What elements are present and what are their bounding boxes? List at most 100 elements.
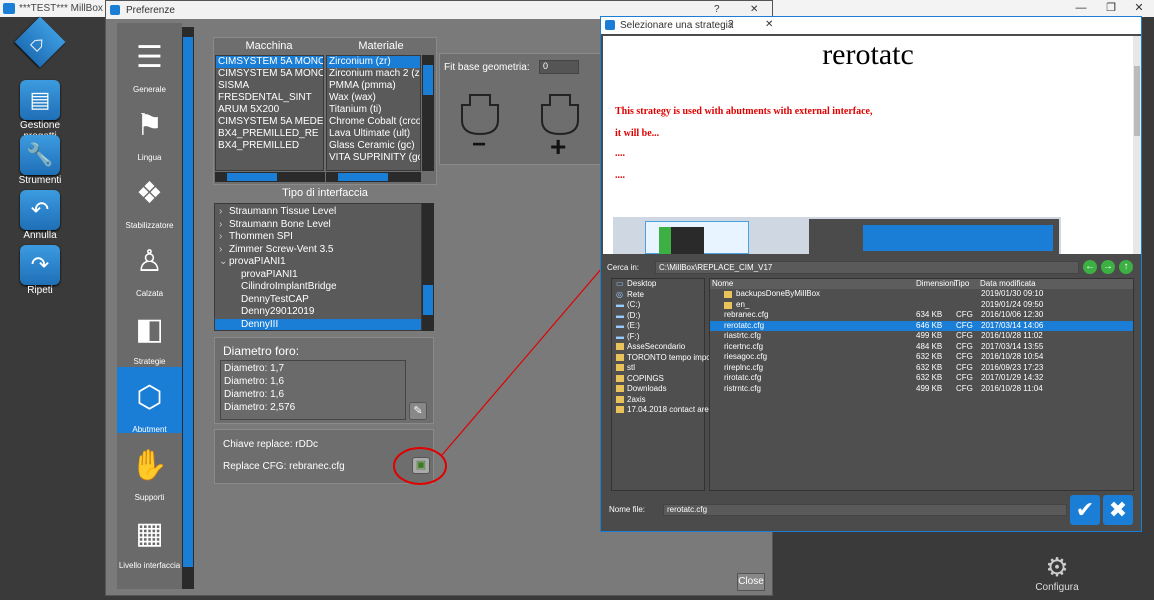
list-item[interactable]: BX4_PREMILLED_RE (216, 128, 323, 140)
tool-stabilizzatore[interactable]: ❖ Stabilizzatore (117, 163, 182, 230)
col-size[interactable]: Dimensioni (916, 279, 956, 290)
list-item[interactable]: Titanium (ti) (327, 104, 420, 116)
file-list[interactable]: Nome Dimensioni Tipo Data modificata bac… (709, 278, 1134, 491)
list-item[interactable]: CIMSYSTEM 5A MONOSTRA (216, 68, 323, 80)
col-date[interactable]: Data modificata (980, 279, 1036, 290)
back-button[interactable]: ← (1083, 260, 1097, 274)
tree-item[interactable]: TORONTO tempo import (612, 353, 716, 364)
file-row[interactable]: rebranec.cfg 634 KB CFG 2016/10/06 12:30 (710, 310, 1133, 321)
diameter-item[interactable]: Diametro: 1,7 (224, 362, 405, 375)
file-row[interactable]: rerotatc.cfg 646 KB CFG 2017/03/14 14:06 (710, 320, 1133, 331)
diameter-item[interactable]: Diametro: 2,576 (224, 401, 405, 414)
expand-arrow-icon[interactable]: › (219, 206, 229, 219)
interface-tree-item[interactable]: › Straumann Bone Level (215, 219, 421, 232)
diameter-list[interactable]: Diametro: 1,7 Diametro: 1,6 Diametro: 1,6 D… (220, 360, 406, 420)
confirm-button[interactable]: ✔ (1070, 495, 1100, 525)
list-item[interactable]: CIMSYSTEM 5A MONOSTRA (216, 56, 323, 68)
fit-value-input[interactable]: 0 (539, 60, 579, 74)
file-name: ricertnc.cfg (724, 341, 764, 351)
sidebar-scrollbar[interactable] (182, 27, 194, 589)
file-row[interactable]: rirotatc.cfg 632 KB CFG 2017/01/29 14:32 (710, 373, 1133, 384)
expand-arrow-icon[interactable]: › (219, 244, 229, 257)
desktop-tool-tools[interactable]: 🔧 Strumenti (14, 135, 66, 186)
sidebar-scroll-thumb[interactable] (183, 37, 193, 567)
diameter-item[interactable]: Diametro: 1,6 (224, 388, 405, 401)
machine-list[interactable]: CIMSYSTEM 5A MONOSTRACIMSYSTEM 5A MONOST… (215, 55, 324, 171)
forward-button[interactable]: → (1101, 260, 1115, 274)
interface-tree-item[interactable]: › Thommen SPI (215, 231, 421, 244)
tree-item[interactable]: 17.04.2018 contact area (612, 405, 713, 416)
tree-item[interactable]: stl (612, 363, 704, 374)
tool-livello-interfaccia[interactable]: ▦ Livello interfaccia (117, 503, 182, 570)
material-scrollbar[interactable] (422, 55, 434, 171)
desktop-tool-home[interactable]: ⌂ (14, 16, 66, 68)
list-item[interactable]: PMMA (pmma) (327, 80, 420, 92)
list-item[interactable]: ARUM 5X200 (216, 104, 323, 116)
close-button[interactable]: Close (737, 573, 765, 591)
interface-tree-item[interactable]: › Straumann Tissue Level (215, 206, 421, 219)
maximize-button[interactable]: ❐ (1096, 0, 1126, 17)
tree-item[interactable]: 2axis (612, 395, 704, 406)
expand-arrow-icon[interactable]: ⌄ (219, 256, 229, 269)
minimize-button[interactable]: — (1066, 0, 1096, 17)
list-item[interactable]: SISMA (216, 80, 323, 92)
machine-hscrollbar[interactable] (215, 172, 325, 182)
file-row[interactable]: rireplnc.cfg 632 KB CFG 2016/09/23 17:23 (710, 363, 1133, 374)
list-item[interactable]: FRESDENTAL_SINT (216, 92, 323, 104)
cancel-button[interactable]: ✖ (1103, 495, 1133, 525)
list-item[interactable]: Zirconium (zr) (327, 56, 420, 68)
tree-item[interactable]: ◎ Rete (612, 290, 704, 301)
file-size: 634 KB (916, 310, 943, 319)
tree-item[interactable]: COPINGS (612, 374, 704, 385)
tree-item[interactable]: Downloads (612, 384, 704, 395)
up-folder-button[interactable]: ↑ (1119, 260, 1133, 274)
tree-item[interactable]: ▬ (C:) (612, 300, 704, 311)
tool-calzata[interactable]: ♙ Calzata (117, 231, 182, 298)
expand-arrow-icon[interactable]: › (219, 219, 229, 232)
list-item[interactable]: CIMSYSTEM 5A MEDENTIKA (216, 116, 323, 128)
file-row[interactable]: ristrntc.cfg 499 KB CFG 2016/10/28 11:04 (710, 384, 1133, 395)
col-name[interactable]: Nome (712, 279, 733, 290)
help-button[interactable]: ? (728, 19, 734, 30)
expand-arrow-icon[interactable]: › (219, 231, 229, 244)
desktop-tool-project-manager[interactable]: ▤Gestione progetti (14, 80, 66, 142)
strategy-title: Selezionare una strategia (620, 20, 734, 31)
tree-item[interactable]: AsseSecondario (612, 342, 704, 353)
folder-tree[interactable]: ▭ Desktop ◎ Rete ▬ (C:) ▬ (D:) ▬ (E:) ▬ (F:) AsseSec… (611, 278, 716, 491)
list-item[interactable]: BX4_PREMILLED (216, 140, 323, 152)
file-row[interactable]: riastrtc.cfg 499 KB CFG 2016/10/28 11:02 (710, 331, 1133, 342)
description-scrollbar[interactable] (1133, 36, 1141, 254)
close-dialog-button[interactable]: ✕ (765, 19, 773, 30)
tool-abutment[interactable]: ⬡ Abutment (117, 367, 182, 434)
desktop-tool-redo[interactable]: ↷ Ripeti (14, 245, 66, 296)
col-type[interactable]: Tipo (954, 279, 969, 290)
help-button[interactable]: ? (714, 4, 720, 15)
list-item[interactable]: Zirconium mach 2 (zr) (327, 68, 420, 80)
filename-input[interactable]: rerotatc.cfg (663, 504, 1067, 516)
list-item[interactable]: Wax (wax) (327, 92, 420, 104)
file-row[interactable]: en_ 2019/01/24 09:50 (710, 300, 1133, 311)
tool-supporti[interactable]: ✋ Supporti (117, 435, 182, 502)
desktop-tool-undo[interactable]: ↶ Annulla (14, 190, 66, 241)
file-row[interactable]: ricertnc.cfg 484 KB CFG 2017/03/14 13:55 (710, 342, 1133, 353)
close-window-button[interactable]: ✕ (1124, 0, 1154, 17)
tool-lingua[interactable]: ⚑ Lingua (117, 95, 182, 162)
configura-button[interactable]: ⚙ Configura (1034, 552, 1080, 593)
list-item[interactable]: VITA SUPRINITY (gc) (327, 152, 420, 164)
list-item[interactable]: Chrome Cobalt (crco) (327, 116, 420, 128)
tree-item[interactable]: ▬ (E:) (612, 321, 704, 332)
tree-item[interactable]: ▬ (D:) (612, 311, 704, 322)
file-row[interactable]: riesagoc.cfg 632 KB CFG 2016/10/28 10:54 (710, 352, 1133, 363)
material-hscrollbar[interactable] (326, 172, 421, 182)
list-item[interactable]: Glass Ceramic (gc) (327, 140, 420, 152)
tree-item[interactable]: ▭ Desktop (612, 279, 704, 290)
tool-strategie[interactable]: ◧ Strategie (117, 299, 182, 366)
file-row[interactable]: backupsDoneByMillBox 2019/01/30 09:10 (710, 289, 1133, 300)
material-list[interactable]: Zirconium (zr) Zirconium mach 2 (zr) PMMA … (326, 55, 421, 171)
list-item[interactable]: Lava Ultimate (ult) (327, 128, 420, 140)
close-dialog-button[interactable]: ✕ (750, 4, 758, 15)
look-in-path[interactable]: C:\MillBox\REPLACE_CIM_V17 (655, 261, 1079, 274)
tree-item[interactable]: ▬ (F:) (612, 332, 704, 343)
tool-generale[interactable]: ☰ Generale (117, 27, 182, 94)
diameter-item[interactable]: Diametro: 1,6 (224, 375, 405, 388)
